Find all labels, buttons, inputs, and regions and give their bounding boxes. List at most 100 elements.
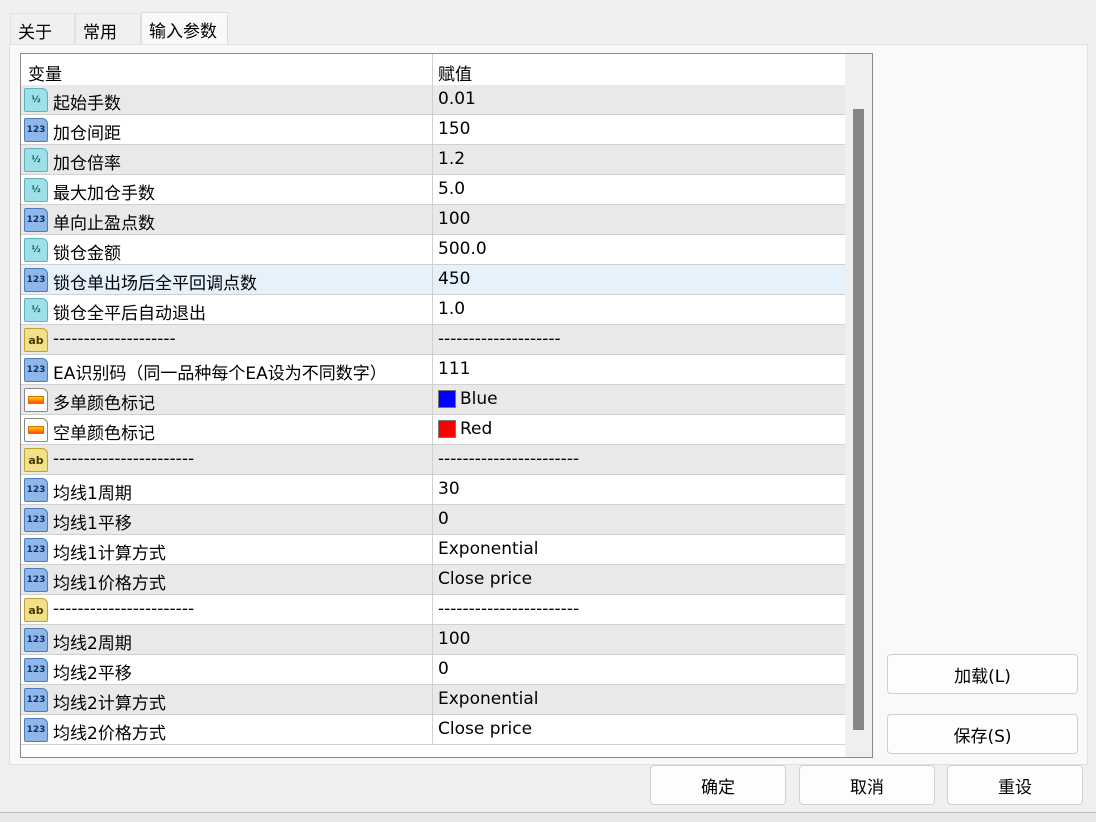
integer-type-icon: 123	[24, 658, 48, 682]
cancel-button[interactable]: 取消	[799, 765, 935, 805]
parameter-name: 最大加仓手数	[53, 184, 155, 204]
parameter-value[interactable]: 450	[438, 269, 470, 289]
tab-common[interactable]: 常用	[75, 13, 141, 44]
table-row[interactable]: ½ 起始手数 0.01	[21, 85, 845, 115]
color-type-icon	[24, 418, 48, 442]
parameter-name: --------------------	[53, 329, 176, 349]
table-row[interactable]: 空单颜色标记 Red	[21, 415, 845, 445]
table-row[interactable]: 123 均线1周期 30	[21, 475, 845, 505]
table-row[interactable]: 123 锁仓单出场后全平回调点数 450	[21, 265, 845, 295]
table-row[interactable]: ½ 加仓倍率 1.2	[21, 145, 845, 175]
parameter-value[interactable]: Close price	[438, 719, 532, 739]
parameter-value[interactable]: 5.0	[438, 179, 465, 199]
parameter-value[interactable]: 1.2	[438, 149, 465, 169]
parameter-value[interactable]: 30	[438, 479, 460, 499]
load-button[interactable]: 加载(L)	[887, 654, 1078, 694]
integer-type-icon: 123	[24, 688, 48, 712]
parameter-name: -----------------------	[53, 449, 195, 469]
parameters-table: 变量 赋值 ½ 起始手数 0.01 123 加仓间距 150 ½ 加仓倍率 1.2 ½ 最大加仓手数…	[20, 53, 873, 758]
bottom-tab-strip	[0, 812, 1096, 822]
integer-type-icon: 123	[24, 358, 48, 382]
parameter-name: 锁仓单出场后全平回调点数	[53, 274, 257, 294]
parameter-value[interactable]: 150	[438, 119, 470, 139]
parameter-name: 均线2平移	[53, 664, 132, 684]
save-button[interactable]: 保存(S)	[887, 714, 1078, 754]
table-row[interactable]: ab--------------------------------------…	[21, 325, 845, 355]
parameter-value[interactable]: 0	[438, 509, 449, 529]
double-type-icon: ½	[24, 178, 48, 202]
string-type-icon: ab	[24, 328, 48, 352]
integer-type-icon: 123	[24, 118, 48, 142]
parameter-value[interactable]: Close price	[438, 569, 532, 589]
header-value[interactable]: 赋值	[438, 60, 472, 85]
parameter-value[interactable]: 111	[438, 359, 470, 379]
integer-type-icon: 123	[24, 208, 48, 232]
parameter-name: 锁仓金额	[53, 244, 121, 264]
parameter-value[interactable]: 0.01	[438, 89, 476, 109]
parameter-value[interactable]: 0	[438, 659, 449, 679]
parameter-name: 多单颜色标记	[53, 394, 155, 414]
table-row[interactable]: ab--------------------------------------…	[21, 445, 845, 475]
table-row[interactable]: 123 均线1价格方式 Close price	[21, 565, 845, 595]
parameter-value[interactable]: Exponential	[438, 689, 539, 709]
table-row[interactable]: 123 均线2周期 100	[21, 625, 845, 655]
color-swatch	[438, 390, 456, 408]
parameter-name: -----------------------	[53, 599, 195, 619]
color-name: Blue	[460, 389, 498, 409]
parameter-value[interactable]: 1.0	[438, 299, 465, 319]
scrollbar-thumb[interactable]	[853, 109, 864, 730]
parameter-value[interactable]: 100	[438, 629, 470, 649]
parameter-value[interactable]: Blue	[438, 389, 498, 409]
integer-type-icon: 123	[24, 478, 48, 502]
parameter-value[interactable]: 500.0	[438, 239, 487, 259]
table-row[interactable]: ½ 最大加仓手数 5.0	[21, 175, 845, 205]
parameter-value[interactable]: -----------------------	[438, 599, 579, 619]
table-row[interactable]: ½ 锁仓金额 500.0	[21, 235, 845, 265]
parameter-name: 均线2周期	[53, 634, 132, 654]
parameter-name: 空单颜色标记	[53, 424, 155, 444]
table-row[interactable]: 123 EA识别码（同一品种每个EA设为不同数字） 111	[21, 355, 845, 385]
table-row[interactable]: ½ 锁仓全平后自动退出 1.0	[21, 295, 845, 325]
parameter-value[interactable]: -----------------------	[438, 449, 579, 469]
table-row[interactable]: 123 均线2平移 0	[21, 655, 845, 685]
double-type-icon: ½	[24, 88, 48, 112]
parameter-name: 起始手数	[53, 94, 121, 114]
integer-type-icon: 123	[24, 538, 48, 562]
table-row[interactable]: 123 均线1计算方式 Exponential	[21, 535, 845, 565]
table-row[interactable]: 123 均线2价格方式 Close price	[21, 715, 845, 745]
integer-type-icon: 123	[24, 568, 48, 592]
parameter-name: 均线2计算方式	[53, 694, 166, 714]
color-type-icon	[24, 388, 48, 412]
table-row[interactable]: 123 加仓间距 150	[21, 115, 845, 145]
ok-button[interactable]: 确定	[650, 765, 786, 805]
column-divider	[432, 54, 433, 745]
parameter-name: 加仓倍率	[53, 154, 121, 174]
reset-button[interactable]: 重设	[947, 765, 1083, 805]
integer-type-icon: 123	[24, 508, 48, 532]
parameter-name: 均线1价格方式	[53, 574, 166, 594]
tab-inputs[interactable]: 输入参数	[141, 12, 228, 45]
string-type-icon: ab	[24, 448, 48, 472]
table-row[interactable]: ab--------------------------------------…	[21, 595, 845, 625]
parameter-value[interactable]: Red	[438, 419, 492, 439]
table-row[interactable]: 123 均线2计算方式 Exponential	[21, 685, 845, 715]
parameter-name: EA识别码（同一品种每个EA设为不同数字）	[53, 364, 387, 384]
parameter-value[interactable]: --------------------	[438, 329, 561, 349]
table-row[interactable]: 123 单向止盈点数 100	[21, 205, 845, 235]
integer-type-icon: 123	[24, 628, 48, 652]
string-type-icon: ab	[24, 598, 48, 622]
double-type-icon: ½	[24, 148, 48, 172]
parameter-name: 加仓间距	[53, 124, 121, 144]
table-header: 变量 赋值	[21, 54, 845, 85]
tab-about[interactable]: 关于	[10, 13, 75, 44]
parameter-name: 均线1平移	[53, 514, 132, 534]
parameter-value[interactable]: 100	[438, 209, 470, 229]
vertical-scrollbar[interactable]	[845, 54, 872, 757]
header-variable[interactable]: 变量	[28, 60, 62, 85]
integer-type-icon: 123	[24, 718, 48, 742]
table-row[interactable]: 123 均线1平移 0	[21, 505, 845, 535]
parameter-value[interactable]: Exponential	[438, 539, 539, 559]
parameter-name: 均线1计算方式	[53, 544, 166, 564]
integer-type-icon: 123	[24, 268, 48, 292]
table-row[interactable]: 多单颜色标记 Blue	[21, 385, 845, 415]
